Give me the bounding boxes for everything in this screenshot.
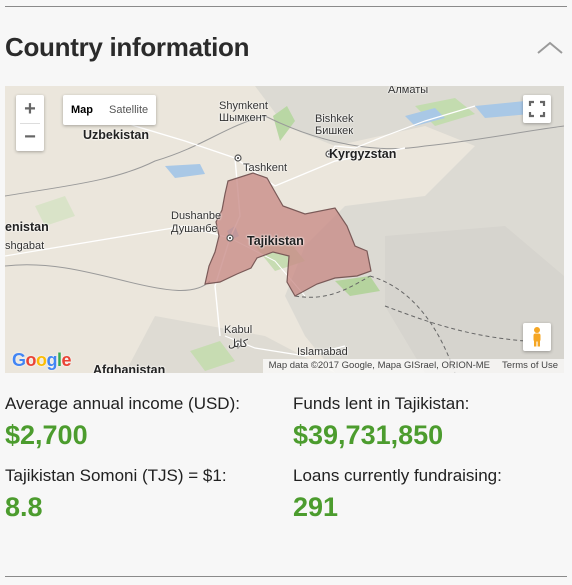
map-label-tashkent: Tashkent [243, 162, 288, 174]
zoom-out-button[interactable]: − [16, 123, 44, 151]
street-view-button[interactable] [523, 323, 551, 351]
zoom-in-button[interactable]: + [16, 95, 44, 123]
map-label-kabul-ps: کابل [228, 338, 248, 350]
loans-value: 291 [293, 492, 339, 522]
map-label-ashgabat: shgabat [5, 240, 45, 252]
map-label-islamabad: Islamabad [297, 346, 348, 358]
zoom-divider [20, 123, 40, 124]
funds-label: Funds lent in Tajikistan: [293, 394, 470, 413]
loans-label: Loans currently fundraising: [293, 466, 502, 485]
map-label-bishkek-en: Bishkek [315, 113, 354, 125]
country-map[interactable]: Алматы Shymkent Шымкент Bishkek Бишкек U… [5, 86, 564, 373]
map-label-kyrgyzstan: Kyrgyzstan [329, 147, 397, 161]
map-label-kabul-en: Kabul [224, 324, 253, 336]
fullscreen-icon [528, 100, 546, 118]
currency-label: Tajikistan Somoni (TJS) = $1: [5, 466, 227, 485]
map-label-dushanbe-ru: Душанбе [171, 223, 218, 235]
map-attribution: Map data ©2017 Google, Mapa GISrael, ORI… [268, 360, 491, 371]
map-label-shymkent-ru: Шымкент [219, 112, 267, 124]
country-info-header[interactable]: Country information [5, 30, 567, 70]
map-label-almaty: Алматы [388, 86, 429, 96]
fullscreen-button[interactable] [523, 95, 551, 123]
pegman-icon [533, 327, 541, 347]
map-label-bishkek-ru: Бишкек [315, 125, 354, 137]
income-value: $2,700 [5, 420, 88, 450]
map-label-uzbekistan: Uzbekistan [83, 128, 149, 142]
bottom-divider [5, 576, 567, 577]
currency-value: 8.8 [5, 492, 43, 522]
loans-stat: Loans currently fundraising: 291 [293, 466, 502, 523]
map-attribution-bar: Map data ©2017 Google, Mapa GISrael, ORI… [262, 359, 564, 373]
currency-stat: Tajikistan Somoni (TJS) = $1: 8.8 [5, 466, 227, 523]
funds-stat: Funds lent in Tajikistan: $39,731,850 [293, 394, 469, 451]
income-label: Average annual income (USD): [5, 394, 240, 413]
top-divider [5, 6, 567, 7]
terms-of-use-link[interactable]: Terms of Use [502, 359, 558, 373]
map-label-turkmenistan: enistan [5, 220, 49, 234]
chevron-up-icon[interactable] [535, 38, 565, 58]
funds-value: $39,731,850 [293, 420, 444, 450]
google-logo: Google [12, 350, 72, 370]
map-type-map-button[interactable]: Map [63, 95, 101, 125]
map-label-dushanbe-en: Dushanbe [171, 210, 222, 222]
zoom-control: + − [16, 95, 44, 151]
map-type-control: Map Satellite [63, 95, 157, 125]
section-title: Country information [5, 32, 250, 62]
map-label-afghanistan: Afghanistan [93, 363, 166, 373]
income-stat: Average annual income (USD): $2,700 [5, 394, 240, 451]
map-label-shymkent-en: Shymkent [219, 100, 268, 112]
map-label-tajikistan: Tajikistan [247, 234, 304, 248]
map-type-satellite-button[interactable]: Satellite [101, 95, 156, 125]
